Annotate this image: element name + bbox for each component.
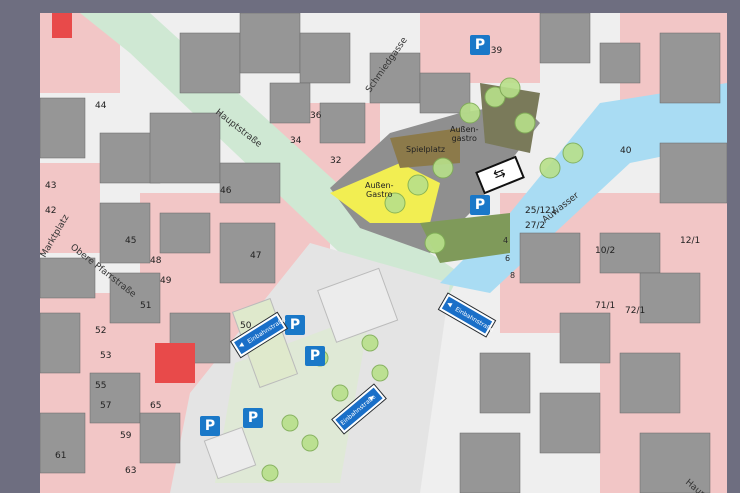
- tree: [432, 157, 454, 179]
- plot-number: 49: [160, 276, 172, 286]
- plot-number: 27/2: [525, 221, 545, 231]
- oneway-arrow-left-icon: ◀: [237, 341, 246, 350]
- plot-number: 55: [95, 381, 106, 391]
- parking-sign[interactable]: P: [470, 35, 490, 55]
- spielplatz-label: Spielplatz: [406, 145, 446, 154]
- plot-number: 43: [45, 181, 56, 191]
- tree: [514, 112, 536, 134]
- building: [299, 32, 351, 84]
- building: [479, 352, 531, 414]
- plot-number: 63: [125, 466, 136, 476]
- plot-number: 52: [95, 326, 106, 336]
- building: [239, 13, 301, 74]
- parking-sign[interactable]: P: [470, 195, 490, 215]
- building: [539, 392, 601, 454]
- plot-number: 12/1: [680, 236, 700, 246]
- building: [539, 13, 591, 64]
- plot-number: 4: [503, 236, 508, 245]
- tree: [562, 142, 584, 164]
- plot-number: 61: [55, 451, 66, 461]
- building: [559, 312, 611, 364]
- building: [659, 142, 727, 204]
- site-plan-map: Hauptstraße Obere Pfarrstraße Marktplatz…: [40, 13, 727, 493]
- plot-number: 48: [150, 256, 162, 266]
- building: [599, 42, 641, 84]
- tree: [407, 174, 429, 196]
- plot-number: 45: [125, 236, 136, 246]
- plot-number: 65: [150, 401, 161, 411]
- plot-number: 8: [510, 271, 515, 280]
- building: [219, 222, 276, 284]
- aussengastro-label-2: Außen- Gastro: [365, 181, 394, 199]
- aussengastro-label-1: Außen- gastro: [450, 125, 479, 143]
- plot-number: 71/1: [595, 301, 615, 311]
- tree: [371, 364, 389, 382]
- building: [659, 32, 721, 104]
- plot-number: 25/1: [525, 206, 545, 216]
- building: [40, 312, 81, 374]
- plot-number: 72/1: [625, 306, 645, 316]
- building: [319, 102, 366, 144]
- building: [139, 412, 181, 464]
- plot-number: 57: [100, 401, 111, 411]
- building: [40, 97, 86, 159]
- plot-number: 42: [45, 206, 56, 216]
- parking-sign[interactable]: P: [243, 408, 263, 428]
- plot-number: 6: [505, 254, 510, 263]
- plot-number: 53: [100, 351, 111, 361]
- plot-number: 32: [330, 156, 341, 166]
- building: [639, 432, 711, 493]
- tree: [499, 77, 521, 99]
- tree: [281, 414, 299, 432]
- tree: [361, 334, 379, 352]
- building: [459, 432, 521, 493]
- building: [519, 232, 581, 284]
- plot-number: 59: [120, 431, 132, 441]
- tree: [459, 102, 481, 124]
- plot-number: 46: [220, 186, 232, 196]
- parking-sign[interactable]: P: [285, 315, 305, 335]
- parking-sign[interactable]: P: [305, 346, 325, 366]
- plot-number: 36: [310, 111, 322, 121]
- building: [639, 272, 701, 324]
- plot-number: 34: [290, 136, 302, 146]
- building: [269, 82, 311, 124]
- building: [149, 112, 221, 184]
- oneway-arrow-left-icon: ◀: [445, 300, 454, 309]
- plot-number: 47: [250, 251, 261, 261]
- building: [99, 202, 151, 264]
- tree: [424, 232, 446, 254]
- tree: [539, 157, 561, 179]
- parking-sign[interactable]: P: [200, 416, 220, 436]
- tree: [331, 384, 349, 402]
- tree: [261, 464, 279, 482]
- building: [619, 352, 681, 414]
- highlight-parcel: [52, 13, 72, 38]
- map-canvas: Hauptstraße Obere Pfarrstraße Marktplatz…: [40, 13, 727, 493]
- plot-number: 51: [140, 301, 151, 311]
- plot-number: 44: [95, 101, 107, 111]
- highlight-parcel: [155, 343, 195, 383]
- plot-number: 21: [545, 206, 556, 216]
- building: [159, 212, 211, 254]
- plot-number: 40: [620, 146, 632, 156]
- building: [40, 412, 86, 474]
- building: [179, 32, 241, 94]
- plot-number: 10/2: [595, 246, 615, 256]
- tree: [301, 434, 319, 452]
- building: [219, 162, 281, 204]
